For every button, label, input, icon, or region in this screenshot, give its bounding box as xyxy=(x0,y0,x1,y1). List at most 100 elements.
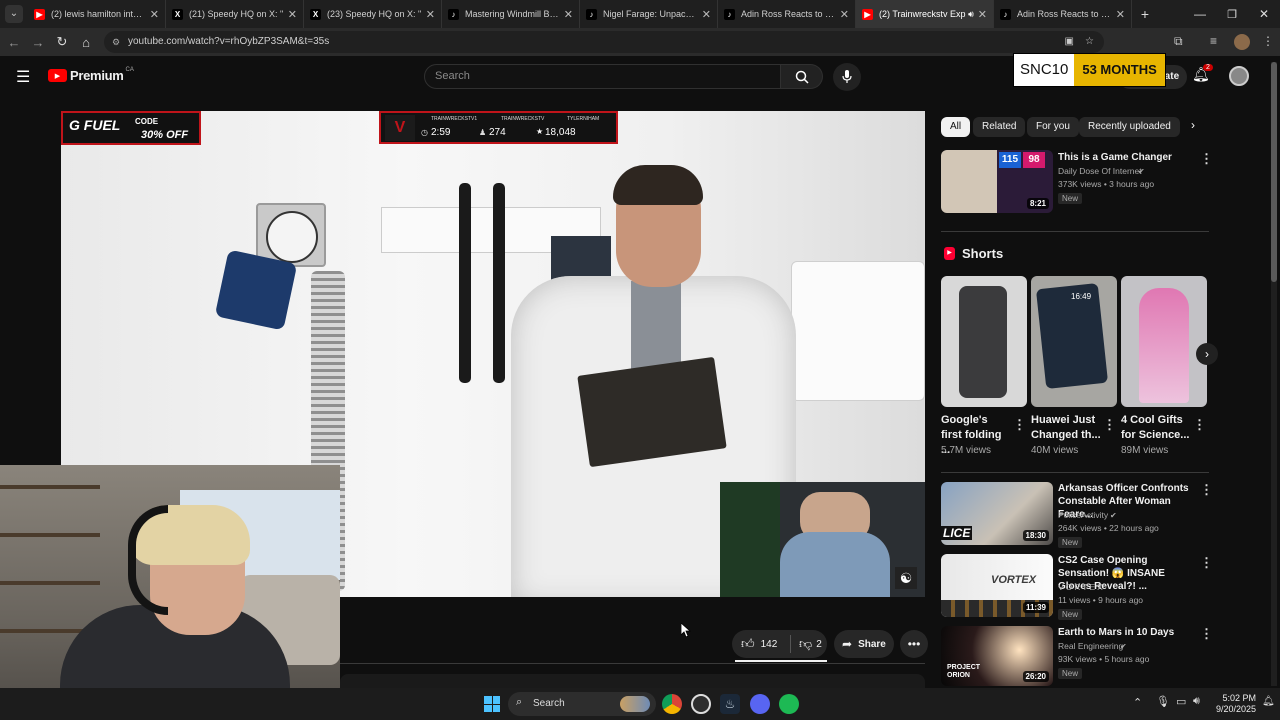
sub-badge-months: 53 MONTHS xyxy=(1074,54,1165,86)
browser-tab[interactable]: X (21) Speedy HQ on X: " ✕ xyxy=(166,0,304,28)
mouse-cursor-icon xyxy=(681,623,691,637)
close-tab-icon[interactable]: ✕ xyxy=(426,8,435,21)
dislike-button[interactable]: 👎︎ 2 xyxy=(791,636,822,652)
close-tab-icon[interactable]: ✕ xyxy=(564,8,573,21)
channel-name[interactable]: PoliceActivity xyxy=(1058,509,1108,522)
kebab-menu-icon[interactable]: ⋮ xyxy=(1200,626,1213,642)
browser-tab[interactable]: ♪ Mastering Windmill Break ✕ xyxy=(442,0,580,28)
close-window-button[interactable]: ✕ xyxy=(1248,7,1280,21)
network-icon[interactable]: ▭ xyxy=(1176,695,1186,708)
search-input[interactable]: Search xyxy=(424,64,781,89)
more-actions-button[interactable]: ••• xyxy=(900,630,928,658)
obs-icon[interactable] xyxy=(691,694,711,714)
start-button[interactable] xyxy=(484,696,500,712)
kebab-menu-icon[interactable]: ⋮ xyxy=(1200,555,1213,571)
page-scrollbar[interactable] xyxy=(1271,62,1277,686)
video-duration: 26:20 xyxy=(1022,671,1049,682)
tab-title: (2) Trainwreckstv Exp xyxy=(879,9,966,19)
url-input[interactable]: ⚙ youtube.com/watch?v=rhOybZP3SAM&t=35s … xyxy=(104,31,1104,53)
filter-chip[interactable]: Related xyxy=(973,117,1026,137)
youtube-logo[interactable]: ▶ Premium CA xyxy=(48,67,134,83)
kebab-menu-icon[interactable]: ⋮ xyxy=(1193,417,1206,433)
browser-tab[interactable]: ♪ Adin Ross Reacts to Indu ✕ xyxy=(994,0,1132,28)
video-title[interactable]: This is a Game Changer xyxy=(1058,151,1198,164)
close-tab-icon[interactable]: ✕ xyxy=(288,8,297,21)
short-thumbnail[interactable]: 16:49 xyxy=(1031,276,1117,407)
back-button[interactable]: ← xyxy=(2,35,26,50)
steam-icon[interactable]: ♨ xyxy=(720,694,740,714)
bookmark-star-icon[interactable]: ☆ xyxy=(1085,31,1094,53)
kebab-menu-icon[interactable]: ⋮ xyxy=(1013,417,1026,433)
like-progress-bar xyxy=(735,660,827,662)
video-thumbnail[interactable]: VORTEX 11:39 xyxy=(941,554,1053,617)
browser-tab[interactable]: ▶ (2) lewis hamilton intervie ✕ xyxy=(28,0,166,28)
browser-tab[interactable]: ♪ Adin Ross Reacts to Indu ✕ xyxy=(718,0,856,28)
chips-next-button[interactable]: › xyxy=(1184,118,1202,136)
short-title[interactable]: 4 Cool Gifts for Science... xyxy=(1121,413,1191,443)
video-thumbnail[interactable]: LICE 18:30 xyxy=(941,482,1053,545)
new-tab-button[interactable]: + xyxy=(1132,6,1158,22)
channel-name[interactable]: Daily Dose Of Internet xyxy=(1058,165,1142,178)
profile-avatar[interactable] xyxy=(1234,34,1250,50)
stream-stats-banner: V TRAINWRECKSTV1 TRAINWRECKSTV TYLERNIHA… xyxy=(379,111,618,144)
video-title[interactable]: Earth to Mars in 10 Days xyxy=(1058,626,1198,639)
chrome-icon[interactable] xyxy=(662,694,682,714)
hamburger-menu-icon[interactable]: ☰ xyxy=(16,67,30,87)
share-button[interactable]: ➦ Share xyxy=(834,630,894,658)
media-control-icon[interactable]: ≡ xyxy=(1210,34,1217,48)
chevron-up-icon[interactable]: ⌃ xyxy=(1133,696,1142,709)
discord-icon[interactable] xyxy=(750,694,770,714)
filter-chip[interactable]: Recently uploaded xyxy=(1079,117,1180,137)
stream-logo-icon: V xyxy=(385,115,415,141)
taskbar-search[interactable]: ⌕ Search xyxy=(508,692,656,716)
audio-playing-icon[interactable]: 🔊︎ xyxy=(968,9,974,20)
scrollbar-thumb[interactable] xyxy=(1271,62,1277,282)
close-tab-icon[interactable]: ✕ xyxy=(978,8,987,21)
close-tab-icon[interactable]: ✕ xyxy=(702,8,711,21)
channel-name[interactable]: VORTEX xyxy=(1058,581,1105,594)
share-label: Share xyxy=(858,638,886,650)
video-meta: 264K views • 22 hours ago xyxy=(1058,523,1159,533)
short-thumbnail[interactable] xyxy=(941,276,1027,407)
filter-chip[interactable]: All xyxy=(941,117,971,137)
channel-name[interactable]: Real Engineering xyxy=(1058,640,1123,653)
taskbar-clock[interactable]: 5:02 PM 9/20/2025 xyxy=(1208,693,1256,715)
volume-icon[interactable]: 🔊︎ xyxy=(1193,695,1200,708)
close-tab-icon[interactable]: ✕ xyxy=(150,8,159,21)
forward-button[interactable]: → xyxy=(26,35,50,50)
extensions-icon[interactable]: ⧉ xyxy=(1174,34,1183,49)
short-title[interactable]: Huawei Just Changed th... xyxy=(1031,413,1101,443)
reload-button[interactable]: ↻ xyxy=(50,34,74,50)
browser-menu-icon[interactable]: ⋮ xyxy=(1262,34,1274,48)
search-button[interactable] xyxy=(781,64,823,89)
kebab-menu-icon[interactable]: ⋮ xyxy=(1200,482,1213,498)
browser-tab[interactable]: X (23) Speedy HQ on X: " ✕ xyxy=(304,0,442,28)
short-thumbnail[interactable] xyxy=(1121,276,1207,407)
account-avatar[interactable] xyxy=(1229,66,1249,86)
minimize-button[interactable]: — xyxy=(1184,7,1216,21)
bell-icon[interactable]: 🔔︎ xyxy=(1262,696,1275,707)
verified-icon: ✔ xyxy=(1138,167,1145,176)
spotify-icon[interactable] xyxy=(779,694,799,714)
close-tab-icon[interactable]: ✕ xyxy=(1116,8,1125,21)
restore-button[interactable]: ❐ xyxy=(1216,8,1248,21)
otoscope-handle-left xyxy=(459,183,471,383)
video-thumbnail[interactable]: 115 98 8:21 xyxy=(941,150,1053,213)
like-button[interactable]: 👍︎ 142 xyxy=(732,636,790,652)
gfuel-brand: G FUEL xyxy=(69,117,121,133)
video-thumbnail[interactable]: PROJECT ORION 26:20 xyxy=(941,626,1053,686)
filter-chip[interactable]: For you xyxy=(1027,117,1079,137)
notifications-button[interactable]: 🔔︎ 2 xyxy=(1192,64,1213,86)
voice-search-button[interactable] xyxy=(833,63,861,91)
microphone-icon[interactable]: 🎙︎ xyxy=(1156,695,1170,708)
home-button[interactable]: ⌂ xyxy=(74,35,98,50)
browser-tab[interactable]: ♪ Nigel Farage: Unpacking ✕ xyxy=(580,0,718,28)
close-tab-icon[interactable]: ✕ xyxy=(840,8,849,21)
browser-tab[interactable]: ▶ (2) Trainwreckstv Exp 🔊︎ ✕ xyxy=(856,0,994,28)
kebab-menu-icon[interactable]: ⋮ xyxy=(1200,151,1213,167)
kebab-menu-icon[interactable]: ⋮ xyxy=(1103,417,1116,433)
shorts-next-button[interactable]: › xyxy=(1196,343,1218,365)
install-app-icon[interactable]: ▣ xyxy=(1065,31,1074,53)
gfuel-code-label: CODE xyxy=(135,117,159,126)
tab-search-button[interactable]: ⌄ xyxy=(0,0,28,28)
